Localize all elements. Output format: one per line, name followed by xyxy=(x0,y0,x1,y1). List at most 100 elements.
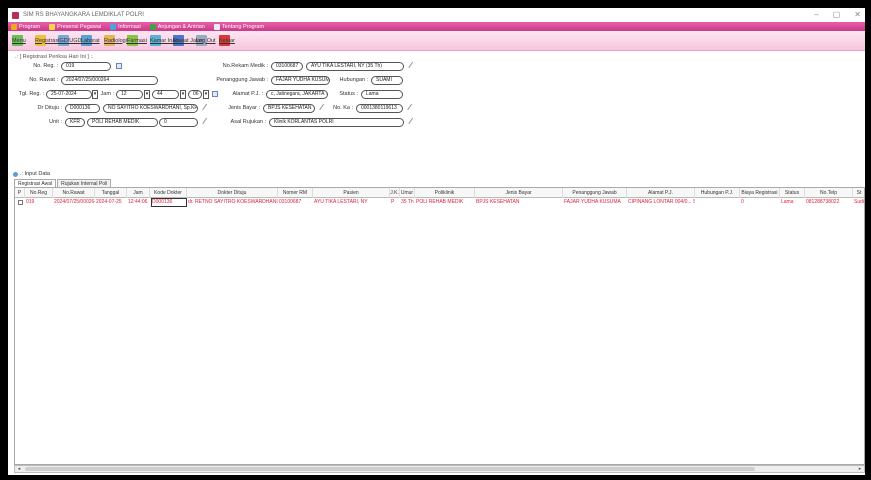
column-header[interactable]: Hubungan P.J. xyxy=(695,188,740,198)
row-checkbox[interactable] xyxy=(18,200,23,205)
no-reg-label: No. Reg. : xyxy=(33,63,58,69)
main-window: SIM RS BHAYANGKARA LEMDIKLAT POLRI – ▢ ✕… xyxy=(8,8,865,475)
asal-rujukan-field[interactable]: Klinik KORLANTAS POLRI xyxy=(269,118,404,127)
maximize-button[interactable]: ▢ xyxy=(833,8,841,22)
unit-name-field[interactable]: POLI REHAB MEDIK xyxy=(87,118,158,127)
input-data-toggle[interactable]: .: Input Data xyxy=(13,171,50,177)
column-header[interactable]: Tanggal xyxy=(95,188,127,198)
no-ka-label: No. Ka : xyxy=(333,105,353,111)
program-icon xyxy=(11,23,17,30)
table-cell: 081288738022 xyxy=(806,199,840,205)
scroll-left-icon[interactable]: ◂ xyxy=(15,466,23,472)
toolbar-log-out-button[interactable]: Log Out xyxy=(196,35,216,46)
jam-second-field[interactable]: 06 xyxy=(188,90,202,99)
menu-item-program[interactable]: Program xyxy=(11,23,40,30)
column-header[interactable]: No.Reg xyxy=(25,188,53,198)
patient-name-field[interactable]: AYU TIKA LESTARI, NY (35 Th) xyxy=(306,62,404,71)
input-data-label: .: Input Data xyxy=(20,171,50,177)
table-row[interactable]: 019 2024/07/25/000264 2024-07-25 12:44:06 D0… xyxy=(15,198,864,207)
table-cell: P xyxy=(391,199,395,205)
toolbar-label: Registrasi xyxy=(35,37,60,44)
toolbar-label: Radiologi xyxy=(104,37,127,44)
menu-item-anjungan-antrian[interactable]: Anjungan & Antrian xyxy=(149,23,205,30)
column-header[interactable]: Biaya Registrasi xyxy=(740,188,780,198)
table-cell: CIPINANG LONTAR 004/0... SUAMI xyxy=(628,199,695,205)
toolbar-igd-ugd-button[interactable]: IGD/UGD xyxy=(58,35,82,46)
jam-minute-dropdown-icon[interactable]: ▾ xyxy=(180,90,186,99)
toolbar-rawat-jalan-button[interactable]: Rawat Jalan xyxy=(173,35,203,46)
column-header[interactable]: Poliklinik xyxy=(415,188,475,198)
toolbar-radiologi-button[interactable]: Radiologi xyxy=(104,35,127,46)
tgl-reg-field[interactable]: 25-07-2024 xyxy=(46,90,92,99)
dr-code-field[interactable]: D000136 xyxy=(65,104,100,113)
no-rawat-field[interactable]: 2024/07/25/000264 xyxy=(61,76,158,85)
column-header[interactable]: P xyxy=(15,188,25,198)
column-header[interactable]: Jam xyxy=(127,188,150,198)
anjungan-icon xyxy=(149,23,156,30)
column-header[interactable]: Jenis Bayar xyxy=(475,188,563,198)
table-cell: AYU TIKA LESTARI, NY xyxy=(314,199,368,205)
column-header[interactable]: No.Rawat xyxy=(53,188,95,198)
patient-search-icon[interactable] xyxy=(408,61,415,70)
no-ka-field[interactable]: 0001380119613 xyxy=(356,104,403,113)
table-cell: Lama xyxy=(781,199,794,205)
unit-extra-field[interactable]: 0 xyxy=(159,118,198,127)
column-header[interactable]: Pasien xyxy=(313,188,390,198)
status-field[interactable]: Lama xyxy=(361,90,403,99)
jenis-bayar-field[interactable]: BPJS KESEHATAN xyxy=(263,104,315,113)
column-header[interactable]: Dokter Dituju xyxy=(187,188,278,198)
menu-item-presensi-pegawai[interactable]: Presensi Pegawai xyxy=(49,23,101,30)
pj-label: Penanggung Jawab : xyxy=(216,77,268,83)
minimize-button[interactable]: – xyxy=(814,8,818,22)
horizontal-scrollbar[interactable]: ◂ ▸ xyxy=(14,465,865,473)
expand-icon xyxy=(13,171,18,177)
unit-code-field[interactable]: KFR xyxy=(65,118,85,127)
jam-hour-dropdown-icon[interactable]: ▾ xyxy=(144,90,150,99)
scroll-right-icon[interactable]: ▸ xyxy=(856,466,864,472)
column-header[interactable]: No.Telp xyxy=(805,188,853,198)
toolbar-menu-button[interactable]: Menu xyxy=(12,35,26,46)
jenis-bayar-label: Jenis Bayar : xyxy=(228,105,260,111)
menu-item-tentang-program[interactable]: Tentang Program xyxy=(213,23,264,30)
status-label: Status : xyxy=(339,91,358,97)
toolbar-kamar-inap-button[interactable]: Kamar Inap xyxy=(150,35,178,46)
rujukan-search-icon[interactable] xyxy=(408,117,415,126)
column-header[interactable]: Alamat P.J. xyxy=(627,188,695,198)
column-header[interactable]: Nomer RM xyxy=(278,188,313,198)
alamat-field[interactable]: c, Jatinegara, JAKARTA TIMUR xyxy=(266,90,328,99)
table-cell: dr. RETNO SAYITRO KOESWARDHANI, ... xyxy=(188,199,278,205)
presensi-icon xyxy=(49,23,56,30)
column-header[interactable]: J.K. xyxy=(390,188,400,198)
table-cell: 0 xyxy=(741,199,744,205)
toolbar-farmasi-button[interactable]: Farmasi xyxy=(127,35,147,46)
ka-search-icon[interactable] xyxy=(407,103,414,112)
tgl-reg-dropdown-icon[interactable]: ▾ xyxy=(92,90,98,99)
menu-item-informasi[interactable]: Informasi xyxy=(110,23,141,30)
toolbar-keluar-button[interactable]: Keluar xyxy=(219,35,235,46)
table-cell: 2024-07-25 xyxy=(96,199,122,205)
column-header[interactable]: Umur xyxy=(400,188,415,198)
scroll-thumb[interactable] xyxy=(25,467,755,471)
column-header[interactable]: Kode Dokter xyxy=(150,188,187,198)
toolbar-registrasi-button[interactable]: Registrasi xyxy=(35,35,59,46)
table-cell: D000136 xyxy=(151,198,187,207)
tgl-reg-label: Tgl. Reg. : xyxy=(18,91,44,97)
pj-field[interactable]: FAJAR YUDHA KUSUMA xyxy=(271,76,330,85)
column-header[interactable]: Status xyxy=(780,188,805,198)
close-button[interactable]: ✕ xyxy=(854,8,861,22)
column-header[interactable]: St xyxy=(853,188,864,198)
toolbar-label: Log Out xyxy=(196,37,216,44)
hubungan-field[interactable]: SUAMI xyxy=(371,76,403,85)
jam-minute-field[interactable]: 44 xyxy=(152,90,179,99)
toolbar-laborat-button[interactable]: Laborat xyxy=(81,35,100,46)
rm-field[interactable]: 03100687 xyxy=(271,62,303,71)
jam-hour-field[interactable]: 12 xyxy=(116,90,143,99)
no-reg-field[interactable]: 019 xyxy=(61,62,111,71)
dr-name-field[interactable]: NO SAYITRO KOESWARDHANI, Sp.KFR xyxy=(103,104,198,113)
window-title: SIM RS BHAYANGKARA LEMDIKLAT POLRI xyxy=(23,12,144,18)
dr-label: Dr Dituju : xyxy=(37,105,62,111)
column-header[interactable]: Penanggung Jawab xyxy=(563,188,627,198)
menu-bar: Program Presensi Pegawai Informasi Anjungan… xyxy=(8,22,865,31)
reg-number-button-icon[interactable] xyxy=(116,63,122,69)
table-cell: FAJAR YUDHA KUSUMA xyxy=(564,199,621,205)
